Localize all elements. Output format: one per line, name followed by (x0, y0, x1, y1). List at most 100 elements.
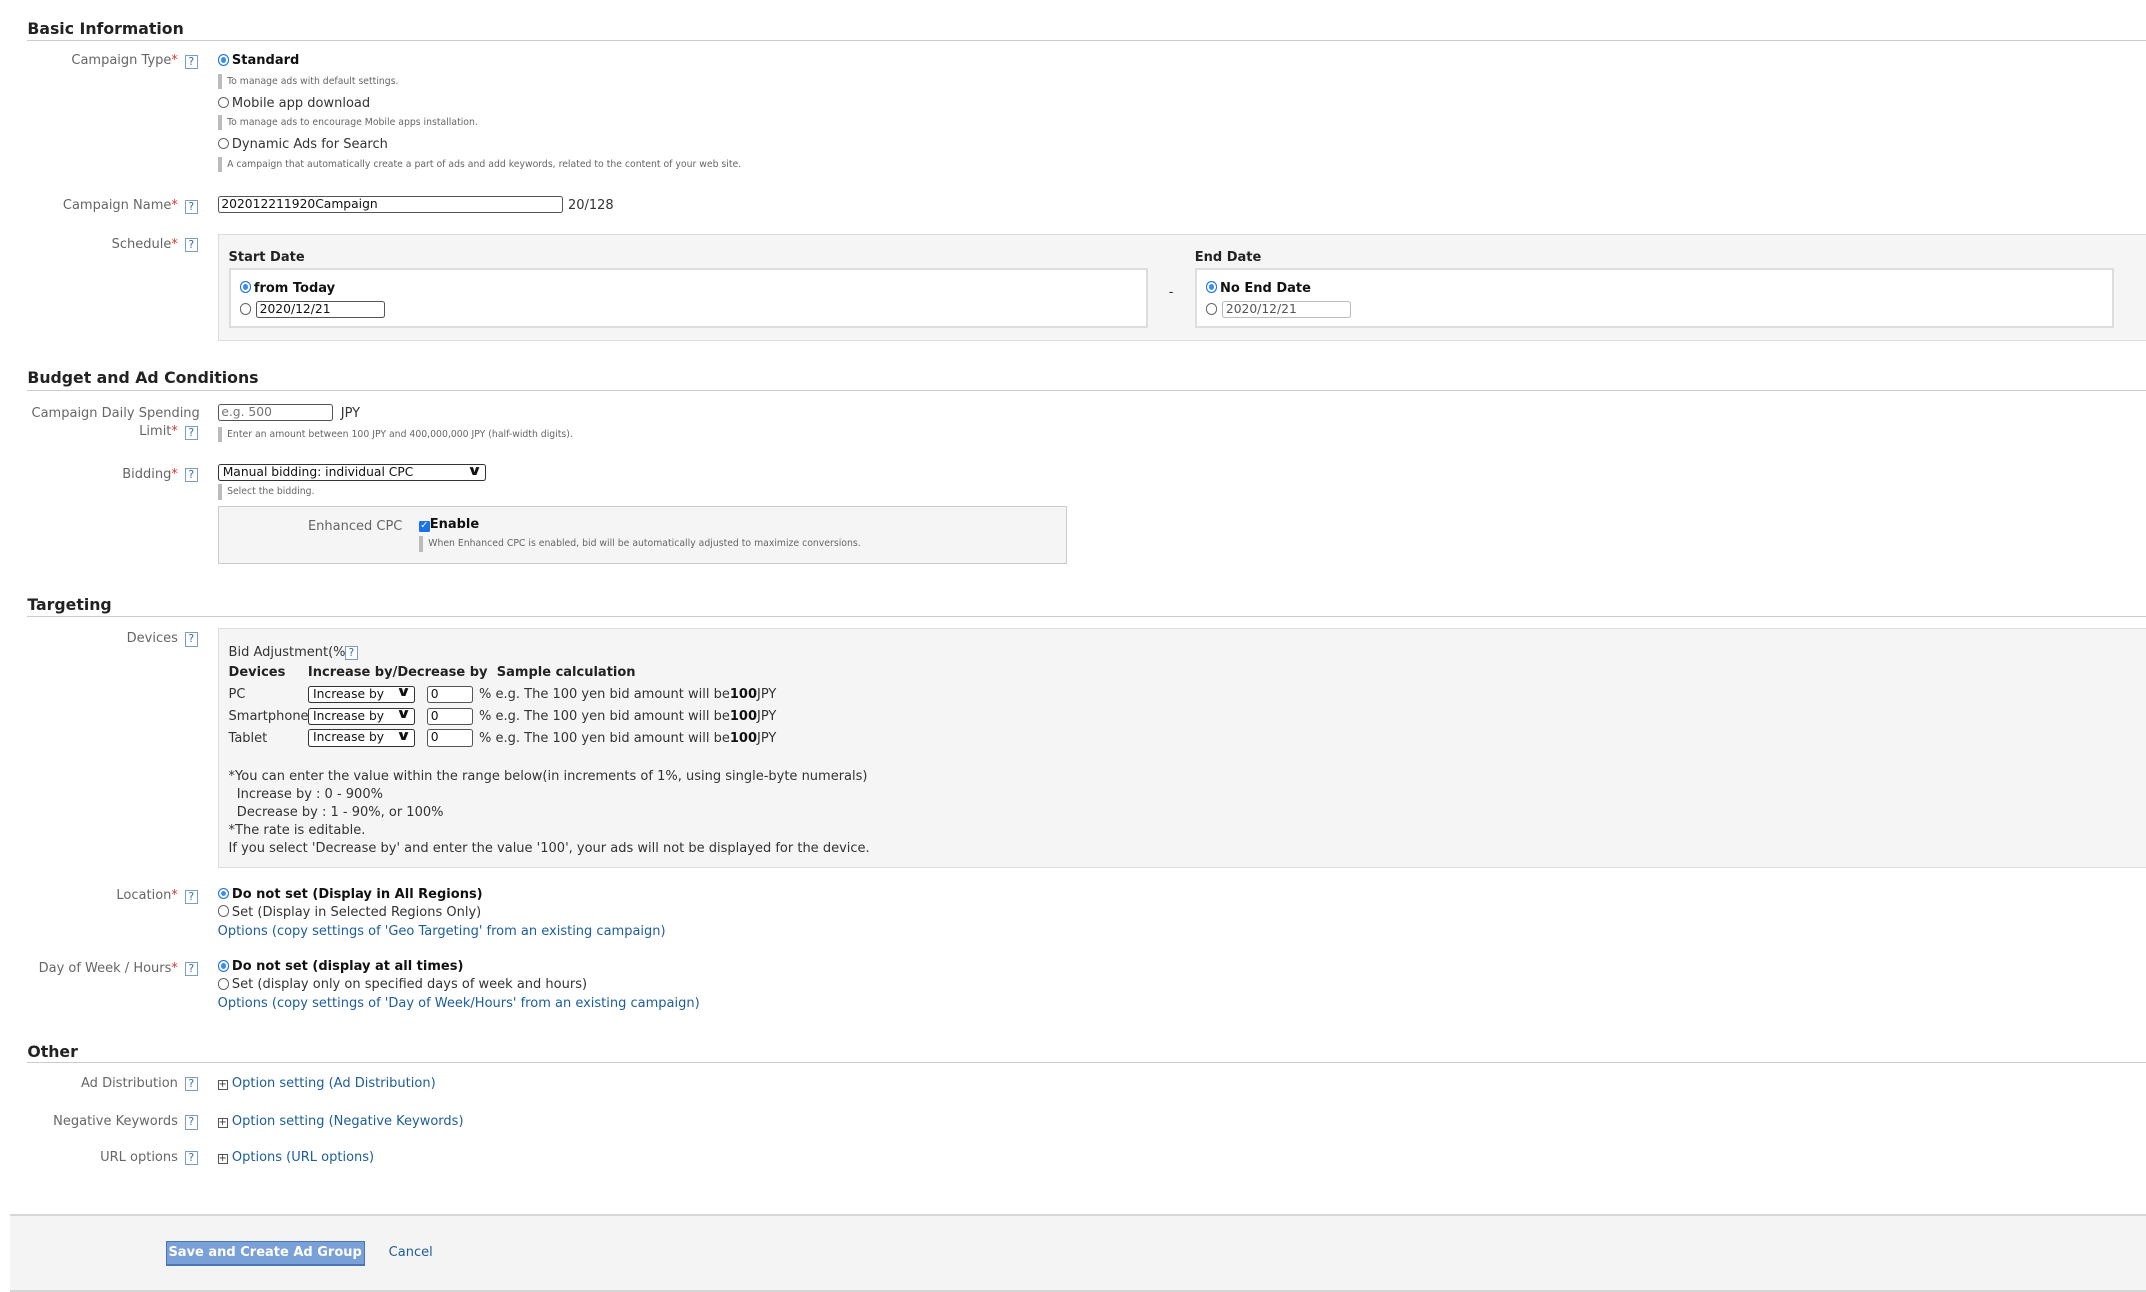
adjust-mode-select[interactable]: Increase by ∨ (307, 706, 416, 725)
negative-keywords-link[interactable]: + Option setting (Negative Keywords) (217, 1114, 464, 1129)
link-text[interactable]: Option setting (Ad Distribution) (232, 1076, 436, 1091)
enhanced-cpc-panel (217, 506, 1067, 565)
adjust-value-input[interactable]: 0 (427, 729, 473, 747)
select-value: Increase by (313, 686, 385, 701)
help-icon[interactable]: ? (184, 1150, 198, 1166)
campaign-name-label: Campaign Name* (0, 198, 178, 213)
radio-location-all[interactable]: Do not set (Display in All Regions) (217, 887, 483, 902)
date-separator: - (1168, 284, 1174, 300)
sample-calculation: % e.g. The 100 yen bid amount will be100… (479, 709, 776, 724)
char-counter: 20/128 (567, 198, 614, 214)
sample-text: e.g. The 100 yen bid amount will be (495, 708, 730, 724)
adjust-mode-select[interactable]: Increase by ∨ (307, 728, 416, 747)
help-icon[interactable]: ? (184, 962, 198, 977)
help-text: A campaign that automatically create a p… (217, 157, 741, 173)
radio-no-end-date[interactable]: No End Date (1205, 281, 1311, 296)
expand-plus-icon[interactable]: + (217, 1153, 228, 1164)
radio-dynamic-ads[interactable]: Dynamic Ads for Search (217, 137, 388, 152)
location-label: Location* (0, 888, 177, 903)
save-and-create-ad-group-button[interactable]: Save and Create Ad Group (165, 1241, 365, 1267)
radio-start-date[interactable] (239, 302, 254, 317)
radio-selected-icon[interactable] (217, 54, 230, 66)
radio-dow-all[interactable]: Do not set (display at all times) (217, 959, 463, 974)
help-icon[interactable]: ? (184, 54, 198, 70)
help-icon[interactable]: ? (184, 632, 198, 647)
help-icon[interactable]: ? (184, 425, 198, 440)
section-other-heading: Other (27, 1041, 78, 1061)
radio-selected-icon[interactable] (217, 960, 230, 972)
help-icon[interactable]: ? (184, 889, 198, 904)
start-date-input[interactable]: 2020/12/21 (255, 301, 386, 319)
bidding-label: Bidding* (0, 467, 178, 482)
adjust-value-input[interactable]: 0 (427, 685, 473, 703)
checkbox-checked-icon[interactable]: ✓ (418, 520, 430, 533)
radio-end-date[interactable] (1205, 302, 1220, 317)
label-text: Campaign Name (62, 198, 172, 214)
end-date-input[interactable]: 2020/12/21 (1222, 301, 1352, 319)
ad-distribution-link[interactable]: + Option setting (Ad Distribution) (217, 1076, 436, 1091)
label-text: Bidding (122, 466, 172, 482)
negative-keywords-label: Negative Keywords (53, 1114, 178, 1130)
schedule-label: Schedule* (0, 237, 178, 252)
radio-selected-icon[interactable] (1205, 281, 1218, 293)
section-basic-heading: Basic Information (27, 19, 184, 39)
start-date-title: Start Date (228, 250, 305, 266)
end-date-title: End Date (1194, 250, 1262, 266)
radio-mobile-app[interactable]: Mobile app download (217, 96, 370, 111)
radio-from-today[interactable]: from Today (239, 281, 335, 296)
help-icon[interactable]: ? (184, 238, 198, 253)
dow-copy-link[interactable]: Options (copy settings of 'Day of Week/H… (218, 996, 700, 1011)
daily-limit-label-line1: Campaign Daily Spending (31, 406, 200, 422)
sample-unit: JPY (757, 687, 777, 703)
radio-icon[interactable] (217, 905, 230, 917)
bid-adjustment-title: Bid Adjustment(%) (228, 644, 351, 660)
radio-standard[interactable]: Standard (217, 53, 299, 68)
sample-value: 100 (729, 687, 757, 703)
help-icon[interactable]: ? (184, 1115, 198, 1130)
label-text: Schedule (111, 236, 172, 252)
help-text: To manage ads with default settings. (217, 73, 399, 89)
option-label: Set (Display in Selected Regions Only) (231, 904, 482, 920)
expand-plus-icon[interactable]: + (217, 1079, 228, 1090)
adjust-mode-select[interactable]: Increase by ∨ (307, 685, 416, 703)
label-text: Day of Week / Hours (38, 960, 172, 976)
link-text[interactable]: Option setting (Negative Keywords) (232, 1114, 464, 1129)
sample-value: 100 (729, 730, 757, 746)
help-text: To manage ads to encourage Mobile apps i… (217, 114, 478, 130)
radio-icon[interactable] (217, 137, 230, 150)
divider (27, 1062, 2146, 1064)
daily-limit-input[interactable] (217, 403, 334, 421)
percent-sign: % (479, 687, 492, 703)
radio-icon[interactable] (239, 303, 252, 315)
radio-icon[interactable] (1205, 303, 1218, 315)
url-options-link[interactable]: + Options (URL options) (217, 1150, 374, 1165)
help-icon[interactable]: ? (344, 645, 358, 661)
help-icon[interactable]: ? (184, 468, 198, 483)
expand-plus-icon[interactable]: + (217, 1117, 228, 1129)
cancel-link[interactable]: Cancel (389, 1245, 433, 1260)
radio-dow-set[interactable]: Set (display only on specified days of w… (217, 977, 587, 992)
chevron-down-icon: ∨ (395, 706, 412, 723)
radio-selected-icon[interactable] (239, 281, 252, 293)
help-icon[interactable]: ? (184, 199, 198, 215)
bidding-select[interactable]: Manual bidding: individual CPC ∨ (217, 463, 487, 481)
campaign-name-input[interactable]: 202012211920Campaign (217, 195, 564, 213)
sample-calculation: % e.g. The 100 yen bid amount will be100… (479, 687, 776, 702)
adjust-value-input[interactable]: 0 (427, 707, 473, 725)
radio-icon[interactable] (217, 96, 230, 109)
section-budget-heading: Budget and Ad Conditions (27, 368, 259, 388)
daily-limit-label-line2: Limit* (0, 424, 178, 439)
help-icon[interactable]: ? (184, 1077, 198, 1092)
select-value: Manual bidding: individual CPC (222, 464, 414, 479)
radio-location-selected[interactable]: Set (Display in Selected Regions Only) (217, 904, 482, 920)
link-text[interactable]: Options (URL options) (232, 1150, 374, 1165)
enhanced-cpc-checkbox[interactable]: ✓Enable (418, 517, 479, 533)
geo-copy-link[interactable]: Options (copy settings of 'Geo Targeting… (218, 924, 666, 939)
radio-selected-icon[interactable] (217, 887, 230, 900)
note: *You can enter the value within the rang… (228, 768, 868, 784)
device-name: Tablet (228, 730, 268, 746)
help-text: Enter an amount between 100 JPY and 400,… (217, 427, 573, 443)
radio-icon[interactable] (217, 977, 230, 990)
chevron-down-icon: ∨ (395, 728, 412, 745)
required-mark: * (171, 53, 178, 69)
